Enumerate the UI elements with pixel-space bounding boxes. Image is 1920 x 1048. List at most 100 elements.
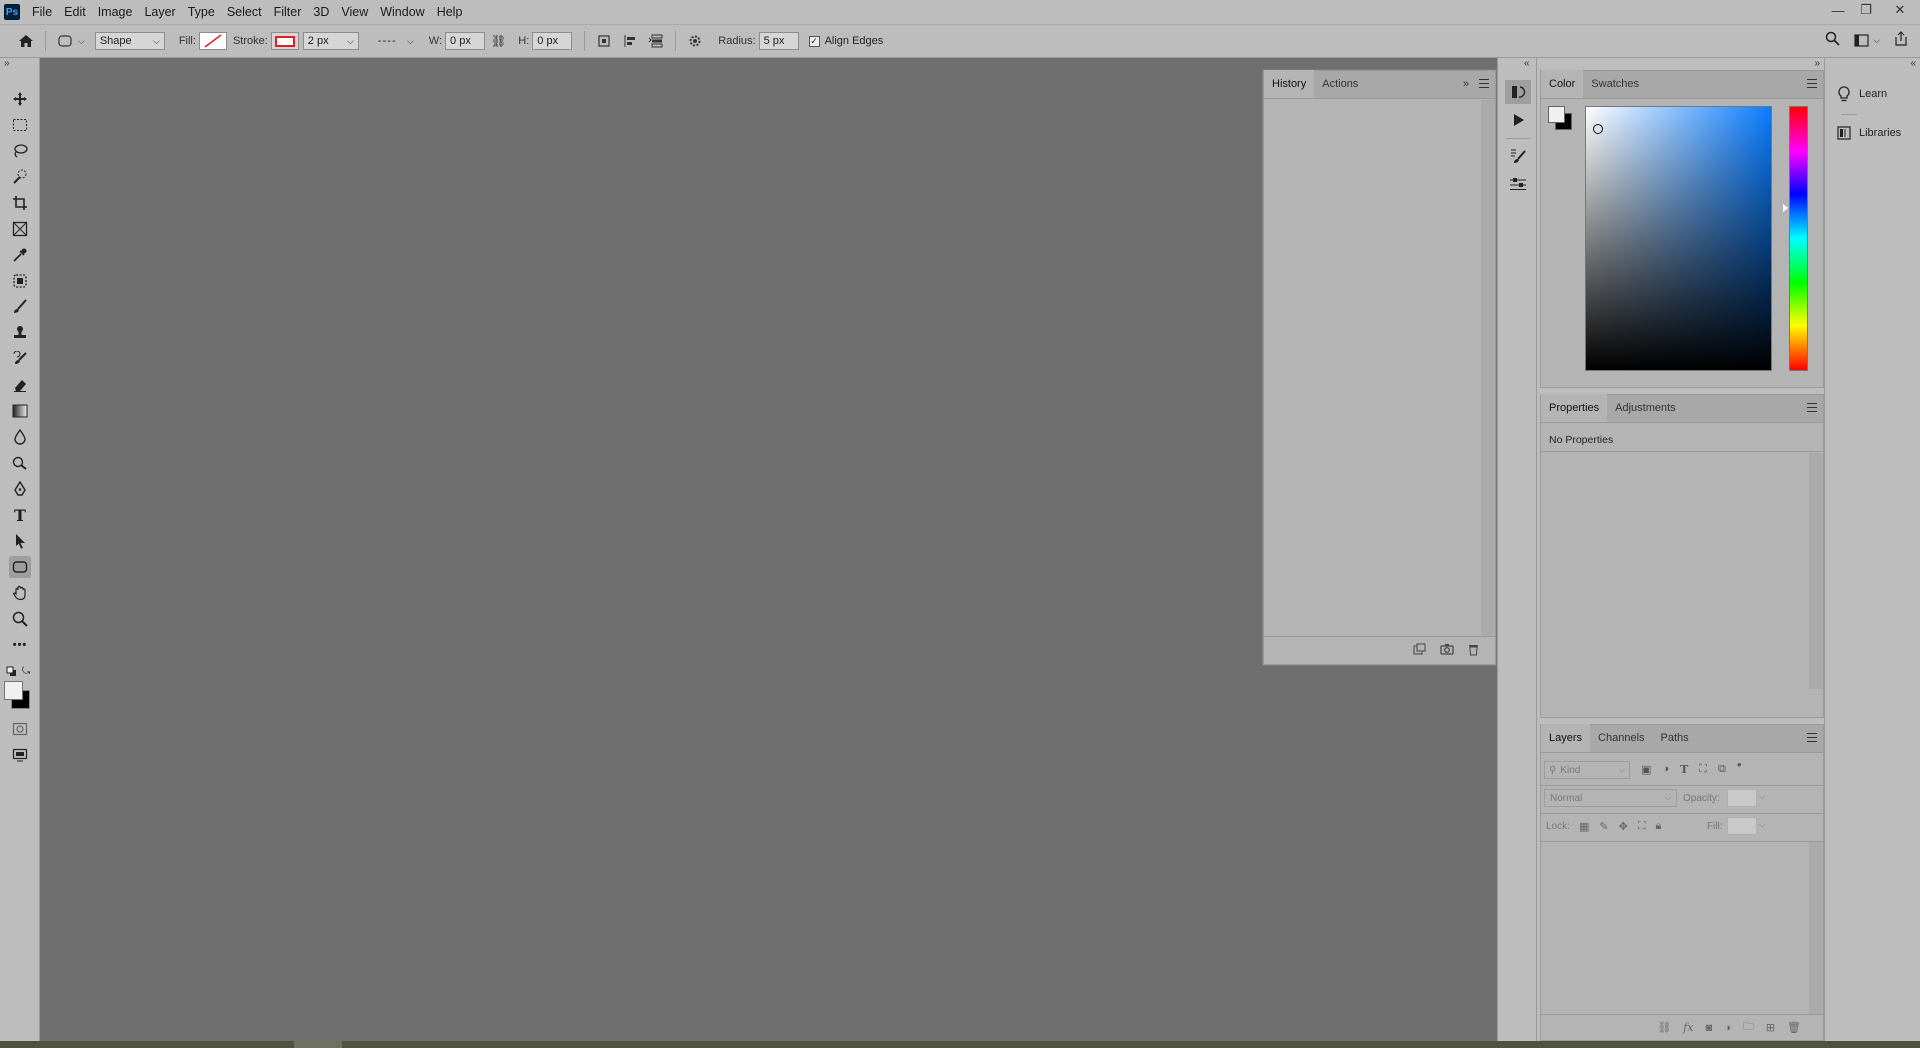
radius-input[interactable]: 5 px: [758, 32, 799, 50]
gradient-tool-icon[interactable]: [9, 400, 31, 422]
tab-swatches[interactable]: Swatches: [1583, 70, 1647, 98]
fill-input[interactable]: [1727, 817, 1757, 835]
properties-scrollbar[interactable]: [1809, 453, 1823, 689]
color-field[interactable]: [1585, 106, 1772, 371]
hand-tool-icon[interactable]: [9, 582, 31, 604]
home-icon[interactable]: [16, 31, 36, 51]
new-layer-icon[interactable]: ⊞: [1766, 1021, 1775, 1034]
chevron-down-icon[interactable]: ⌵: [1759, 820, 1765, 830]
lock-transparent-pixels-icon[interactable]: ▦: [1579, 820, 1589, 833]
link-layers-icon[interactable]: ⛓: [1657, 1021, 1671, 1034]
chevron-down-icon[interactable]: ⌵: [1759, 792, 1765, 802]
adjustment-layer-filter-icon[interactable]: ◑: [1662, 763, 1669, 776]
menu-layer[interactable]: Layer: [138, 0, 181, 24]
lock-image-pixels-icon[interactable]: ✎: [1599, 820, 1608, 833]
close-button[interactable]: ✕: [1880, 0, 1920, 20]
menu-file[interactable]: File: [26, 0, 58, 24]
chevron-down-icon[interactable]: ⌵: [78, 36, 85, 47]
history-scrollbar[interactable]: [1481, 100, 1495, 636]
actions-play-icon[interactable]: [1505, 108, 1531, 132]
spot-healing-brush-tool-icon[interactable]: [9, 270, 31, 292]
shape-layer-filter-icon[interactable]: ⛶: [1699, 763, 1707, 776]
expand-toolbar-icon[interactable]: »: [4, 58, 10, 69]
collapse-dock-icon[interactable]: «: [1524, 58, 1530, 69]
smart-object-filter-icon[interactable]: ⧉: [1718, 763, 1726, 776]
tab-paths[interactable]: Paths: [1653, 724, 1697, 752]
fill-swatch[interactable]: [198, 32, 227, 50]
tab-color[interactable]: Color: [1541, 70, 1584, 98]
learn-panel-button[interactable]: Learn: [1837, 86, 1887, 102]
align-edges-checkbox[interactable]: ✓: [808, 35, 820, 47]
stroke-swatch[interactable]: [270, 32, 299, 50]
panel-menu-icon[interactable]: [1807, 733, 1817, 742]
share-icon[interactable]: [1894, 31, 1908, 49]
more-tools-icon[interactable]: •••: [9, 634, 31, 656]
history-list[interactable]: [1264, 100, 1481, 636]
layer-mask-icon[interactable]: ◙: [1706, 1022, 1713, 1034]
eraser-tool-icon[interactable]: [9, 374, 31, 396]
layer-filter-select[interactable]: ⚲ Kind ⌵: [1544, 761, 1630, 779]
tab-adjustments[interactable]: Adjustments: [1607, 394, 1684, 422]
lasso-tool-icon[interactable]: [9, 140, 31, 162]
hue-slider-handle[interactable]: [1783, 204, 1788, 212]
brush-tool-icon[interactable]: [9, 296, 31, 318]
trash-icon[interactable]: [1468, 643, 1479, 659]
swap-colors-icon[interactable]: ⤿: [22, 666, 30, 677]
history-panel-icon[interactable]: [1505, 80, 1531, 104]
eyedropper-tool-icon[interactable]: [9, 244, 31, 266]
menu-edit[interactable]: Edit: [58, 0, 92, 24]
tool-mode-select[interactable]: Shape ⌵: [94, 32, 165, 50]
rounded-rectangle-tool-icon[interactable]: [9, 556, 31, 578]
menu-type[interactable]: Type: [182, 0, 221, 24]
quick-mask-icon[interactable]: [9, 718, 31, 740]
minimize-button[interactable]: —: [1824, 0, 1852, 20]
libraries-panel-button[interactable]: Libraries: [1837, 126, 1901, 140]
taskbar-active-item[interactable]: [294, 1041, 342, 1048]
tab-actions[interactable]: Actions: [1314, 70, 1366, 98]
hue-slider[interactable]: [1789, 106, 1808, 371]
move-tool-icon[interactable]: [9, 88, 31, 110]
crop-tool-icon[interactable]: [9, 192, 31, 214]
menu-window[interactable]: Window: [374, 0, 430, 24]
collapse-dock-icon[interactable]: »: [1814, 58, 1820, 69]
panel-menu-icon[interactable]: [1807, 403, 1817, 412]
foreground-color-swatch[interactable]: [4, 681, 23, 700]
brush-presets-icon[interactable]: [1505, 172, 1531, 196]
menu-help[interactable]: Help: [431, 0, 469, 24]
path-alignment-icon[interactable]: [620, 31, 640, 51]
search-icon[interactable]: [1825, 31, 1840, 49]
rounded-rectangle-preset-icon[interactable]: [55, 31, 75, 51]
panel-menu-icon[interactable]: [1479, 79, 1489, 88]
color-picker-cursor[interactable]: [1593, 124, 1603, 134]
path-arrangement-icon[interactable]: [646, 31, 666, 51]
type-layer-filter-icon[interactable]: T: [1680, 763, 1688, 776]
lock-artboard-icon[interactable]: ⛶: [1638, 820, 1646, 833]
width-input[interactable]: 0 px: [445, 32, 486, 50]
new-group-folder-icon[interactable]: 🗀︎: [1743, 1018, 1754, 1037]
pen-tool-icon[interactable]: [9, 478, 31, 500]
tab-channels[interactable]: Channels: [1590, 724, 1652, 752]
dodge-tool-icon[interactable]: [9, 452, 31, 474]
link-icon[interactable]: ⛓: [491, 34, 506, 48]
workspace-switcher-icon[interactable]: ⌵: [1854, 33, 1880, 47]
path-operations-icon[interactable]: [594, 31, 614, 51]
stroke-width-field[interactable]: 2 px ⌵: [302, 32, 359, 50]
restore-button[interactable]: ❐: [1852, 0, 1880, 20]
collapse-dock-icon[interactable]: «: [1910, 58, 1916, 69]
clone-stamp-tool-icon[interactable]: [9, 322, 31, 344]
layers-scrollbar[interactable]: [1809, 842, 1823, 1014]
opacity-input[interactable]: [1727, 789, 1757, 807]
zoom-tool-icon[interactable]: [9, 608, 31, 630]
layers-list[interactable]: [1541, 842, 1810, 1014]
rectangular-marquee-tool-icon[interactable]: [9, 114, 31, 136]
menu-image[interactable]: Image: [92, 0, 139, 24]
new-document-from-state-icon[interactable]: [1413, 643, 1426, 658]
menu-select[interactable]: Select: [221, 0, 268, 24]
tab-history[interactable]: History: [1264, 70, 1315, 98]
tab-properties[interactable]: Properties: [1541, 394, 1608, 422]
quick-selection-tool-icon[interactable]: [9, 166, 31, 188]
history-brush-tool-icon[interactable]: [9, 348, 31, 370]
lock-all-icon[interactable]: 🔒︎: [1656, 820, 1662, 833]
lock-position-icon[interactable]: ✥: [1619, 820, 1628, 833]
adjustment-layer-icon[interactable]: ◑: [1724, 1022, 1731, 1034]
